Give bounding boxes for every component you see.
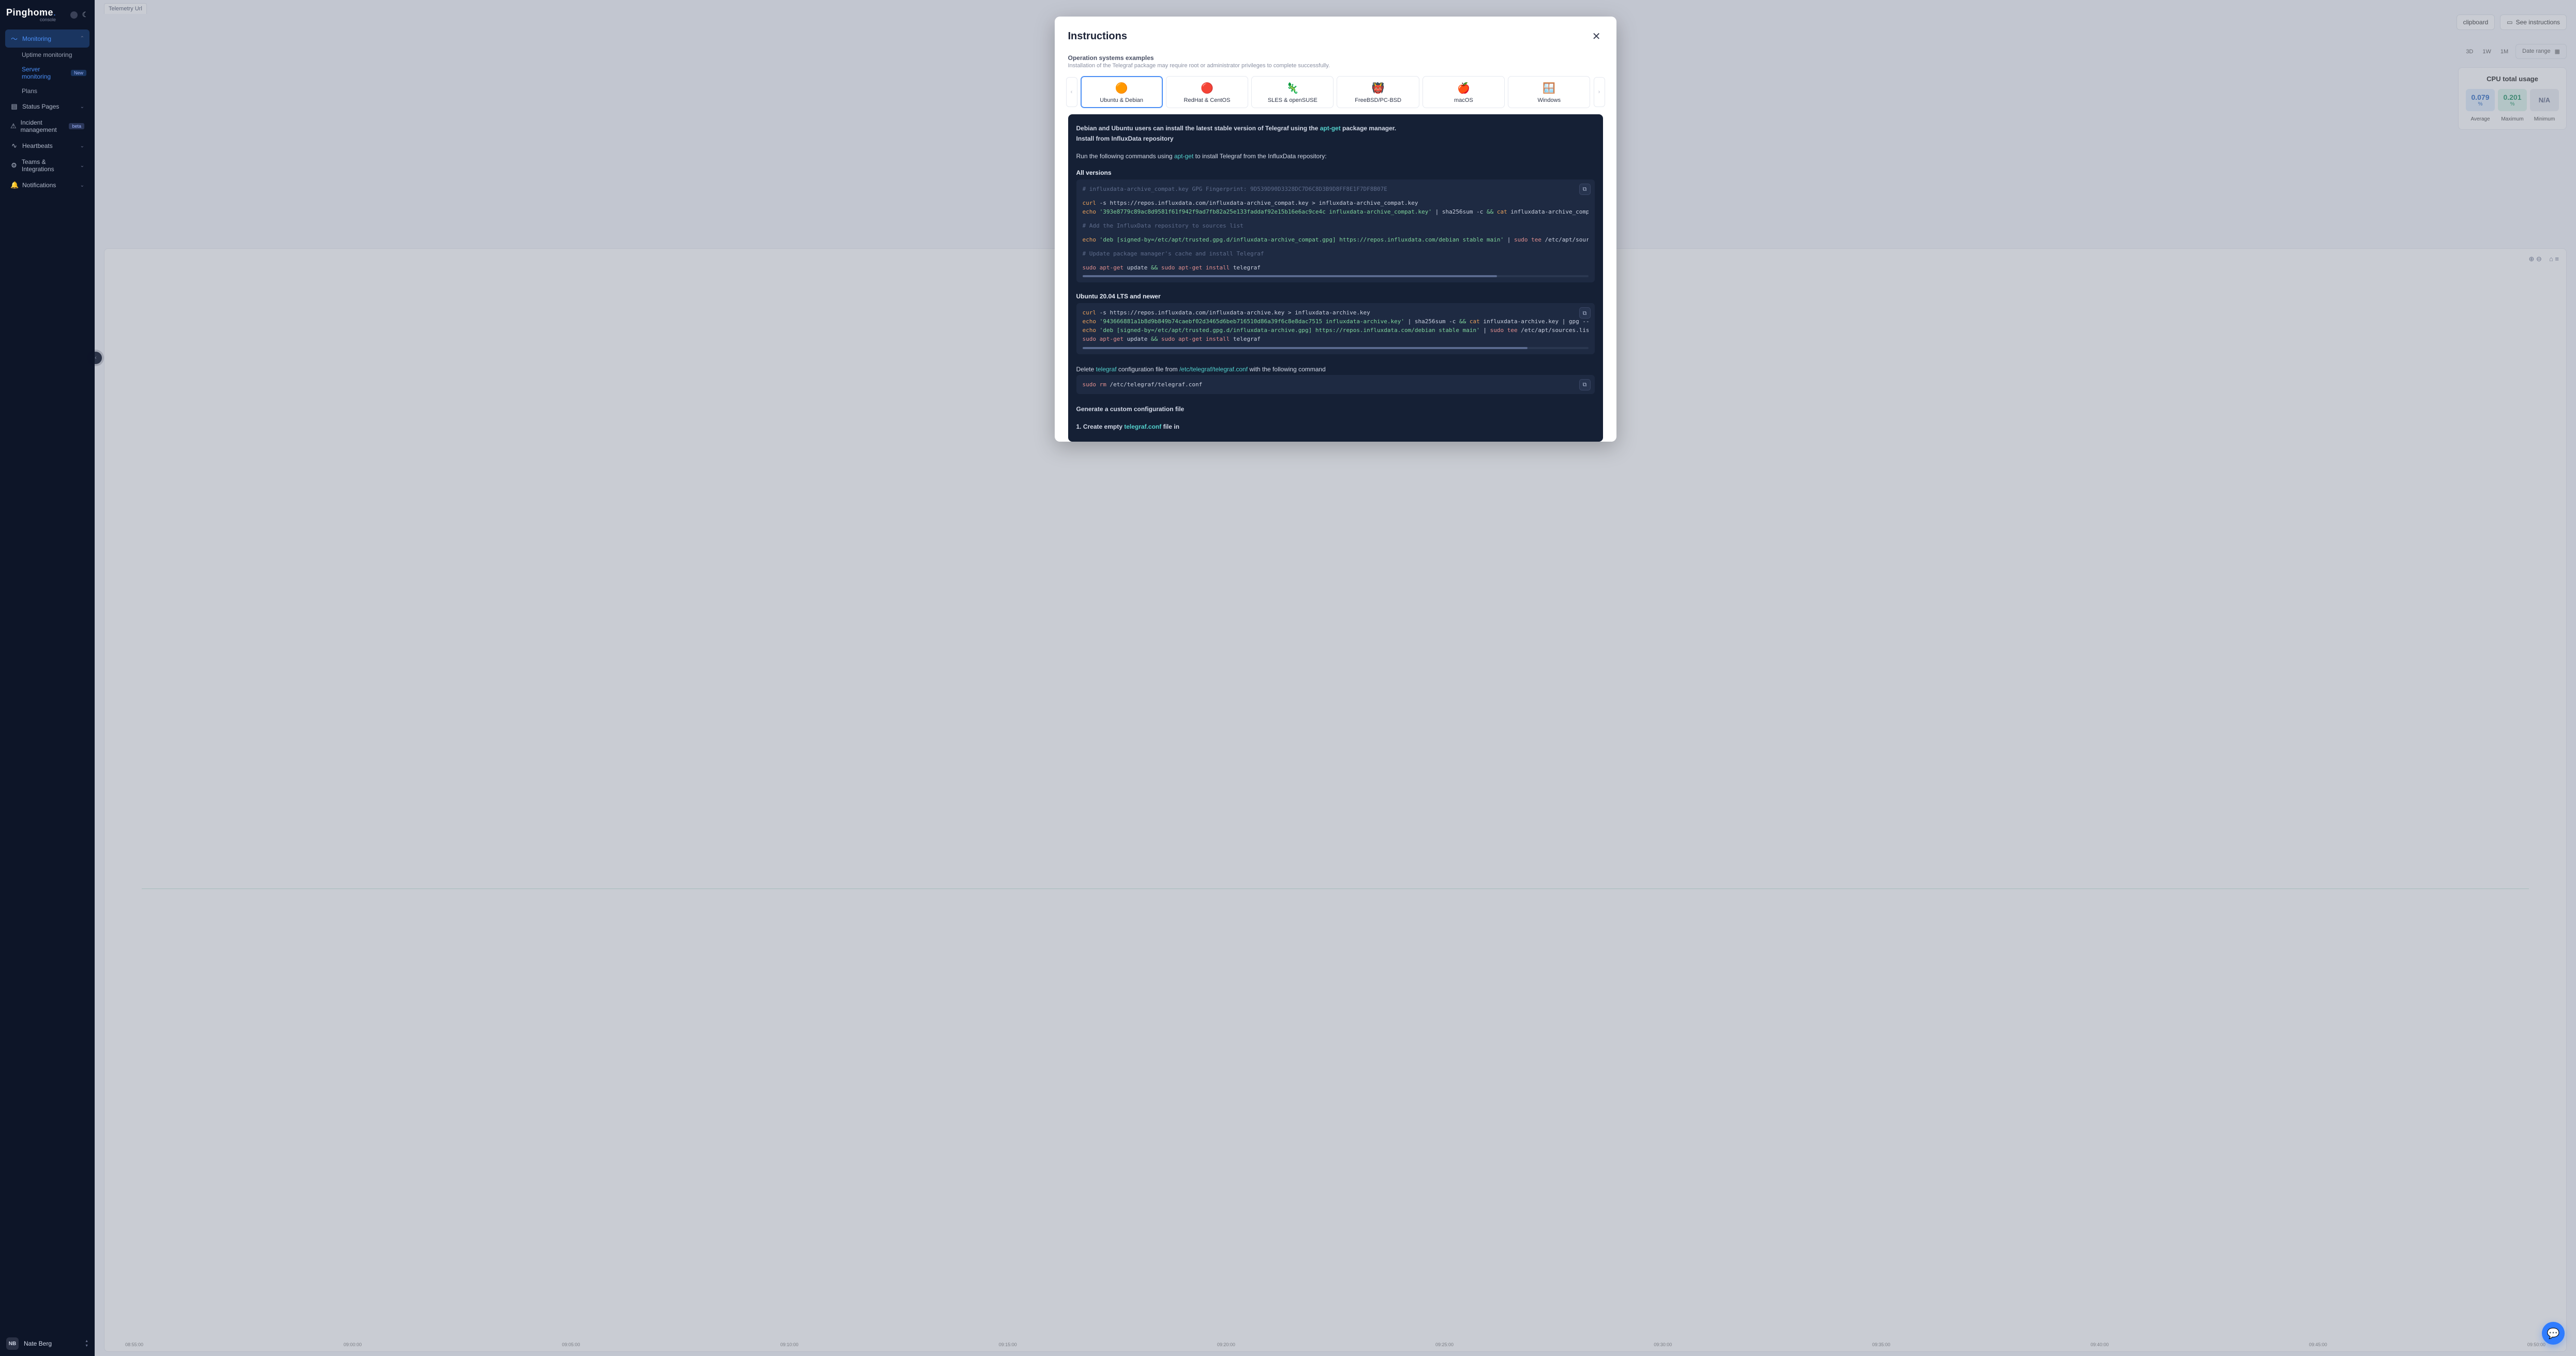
ubuntu-20-heading: Ubuntu 20.04 LTS and newer xyxy=(1076,293,1595,300)
os-icon: 🪟 xyxy=(1543,82,1555,94)
all-versions-heading: All versions xyxy=(1076,169,1595,176)
user-menu-stepper[interactable]: ▲▼ xyxy=(85,1339,88,1348)
telegraf-conf-link[interactable]: telegraf.conf xyxy=(1124,423,1161,430)
brand-name: Pinghome xyxy=(6,7,53,18)
os-next-button[interactable]: › xyxy=(1594,77,1605,107)
nav-heartbeats[interactable]: ∿ Heartbeats ⌄ xyxy=(5,138,89,154)
nav-notifications[interactable]: 🔔 Notifications ⌄ xyxy=(5,177,89,193)
chevron-down-icon: ⌄ xyxy=(80,104,84,110)
code-scrollbar[interactable] xyxy=(1083,275,1589,277)
modal-subtitle: Operation systems examples xyxy=(1068,54,1603,62)
os-tab-windows[interactable]: 🪟Windows xyxy=(1508,76,1590,108)
brand: Pinghome. console ☾ xyxy=(0,0,95,29)
beta-badge: beta xyxy=(69,123,84,129)
sidebar: Pinghome. console ☾ 〜 Monitoring ⌃ Uptim… xyxy=(0,0,95,1356)
apt-get-link[interactable]: apt-get xyxy=(1174,153,1193,160)
chart-icon: 〜 xyxy=(10,34,18,43)
nav-monitoring[interactable]: 〜 Monitoring ⌃ xyxy=(5,29,89,48)
os-tab-redhat-centos[interactable]: 🔴RedHat & CentOS xyxy=(1166,76,1248,108)
chevron-down-icon: ⌄ xyxy=(80,163,84,169)
modal-title: Instructions xyxy=(1068,31,1127,42)
telegraf-link[interactable]: telegraf xyxy=(1096,366,1117,373)
nav-incident[interactable]: ⚠ Incident management beta xyxy=(5,115,89,138)
os-icon: 🦎 xyxy=(1286,82,1299,94)
os-tab-freebsd-pc-bsd[interactable]: 👹FreeBSD/PC-BSD xyxy=(1337,76,1419,108)
code-ubuntu-20: ⧉ curl -s https://repos.influxdata.com/i… xyxy=(1076,303,1595,354)
light-icon[interactable] xyxy=(70,11,78,19)
copy-button[interactable]: ⧉ xyxy=(1579,307,1591,319)
nav-plans[interactable]: Plans xyxy=(5,84,89,98)
user-footer[interactable]: NB Nate Berg ▲▼ xyxy=(0,1331,95,1356)
os-tab-ubuntu-debian[interactable]: 🟠Ubuntu & Debian xyxy=(1081,76,1163,108)
os-icon: 👹 xyxy=(1372,82,1384,94)
os-tab-sles-opensuse[interactable]: 🦎SLES & openSUSE xyxy=(1251,76,1334,108)
code-delete: ⧉ sudo rm /etc/telegraf/telegraf.conf xyxy=(1076,375,1595,394)
os-tabs: ‹ 🟠Ubuntu & Debian🔴RedHat & CentOS🦎SLES … xyxy=(1055,71,1616,111)
avatar: NB xyxy=(6,1337,19,1350)
nav: 〜 Monitoring ⌃ Uptime monitoring Server … xyxy=(0,29,95,1331)
copy-button[interactable]: ⧉ xyxy=(1579,379,1591,390)
brand-sub: console xyxy=(6,17,56,22)
os-prev-button[interactable]: ‹ xyxy=(1066,77,1077,107)
copy-button[interactable]: ⧉ xyxy=(1579,184,1591,195)
os-icon: 🍎 xyxy=(1457,82,1470,94)
nav-teams[interactable]: ⚙ Teams & Integrations ⌄ xyxy=(5,154,89,177)
chat-button[interactable]: 💬 xyxy=(2542,1322,2565,1345)
new-badge: New xyxy=(71,70,86,76)
chevron-down-icon: ⌄ xyxy=(80,143,84,149)
code-scrollbar[interactable] xyxy=(1083,347,1589,349)
nav-status-pages[interactable]: ▤ Status Pages ⌄ xyxy=(5,98,89,115)
os-icon: 🔴 xyxy=(1201,82,1213,94)
modal-subtext: Installation of the Telegraf package may… xyxy=(1068,63,1603,69)
nav-uptime[interactable]: Uptime monitoring xyxy=(5,48,89,62)
modal-body: Debian and Ubuntu users can install the … xyxy=(1068,114,1603,442)
apt-get-link[interactable]: apt-get xyxy=(1320,125,1341,132)
modal-overlay[interactable]: Instructions ✕ Operation systems example… xyxy=(95,0,2576,1356)
chat-icon: 💬 xyxy=(2547,1327,2560,1340)
os-tab-macos[interactable]: 🍎macOS xyxy=(1422,76,1505,108)
os-icon: 🟠 xyxy=(1115,82,1128,94)
dark-icon[interactable]: ☾ xyxy=(82,10,88,19)
teams-icon: ⚙ xyxy=(10,161,18,170)
close-button[interactable]: ✕ xyxy=(1590,28,1603,45)
chevron-down-icon: ⌄ xyxy=(80,183,84,188)
heartbeat-icon: ∿ xyxy=(10,142,18,150)
pages-icon: ▤ xyxy=(10,102,18,111)
bell-icon: ⚠ xyxy=(10,122,17,130)
nav-server[interactable]: Server monitoring New xyxy=(5,62,89,84)
code-all-versions: ⧉ # influxdata-archive_compat.key GPG Fi… xyxy=(1076,179,1595,282)
theme-toggle[interactable]: ☾ xyxy=(70,10,88,19)
user-name: Nate Berg xyxy=(24,1340,52,1347)
chevron-up-icon: ⌃ xyxy=(80,36,84,41)
instructions-modal: Instructions ✕ Operation systems example… xyxy=(1055,17,1616,442)
config-path-link[interactable]: /etc/telegraf/telegraf.conf xyxy=(1179,366,1248,373)
notif-icon: 🔔 xyxy=(10,181,18,189)
